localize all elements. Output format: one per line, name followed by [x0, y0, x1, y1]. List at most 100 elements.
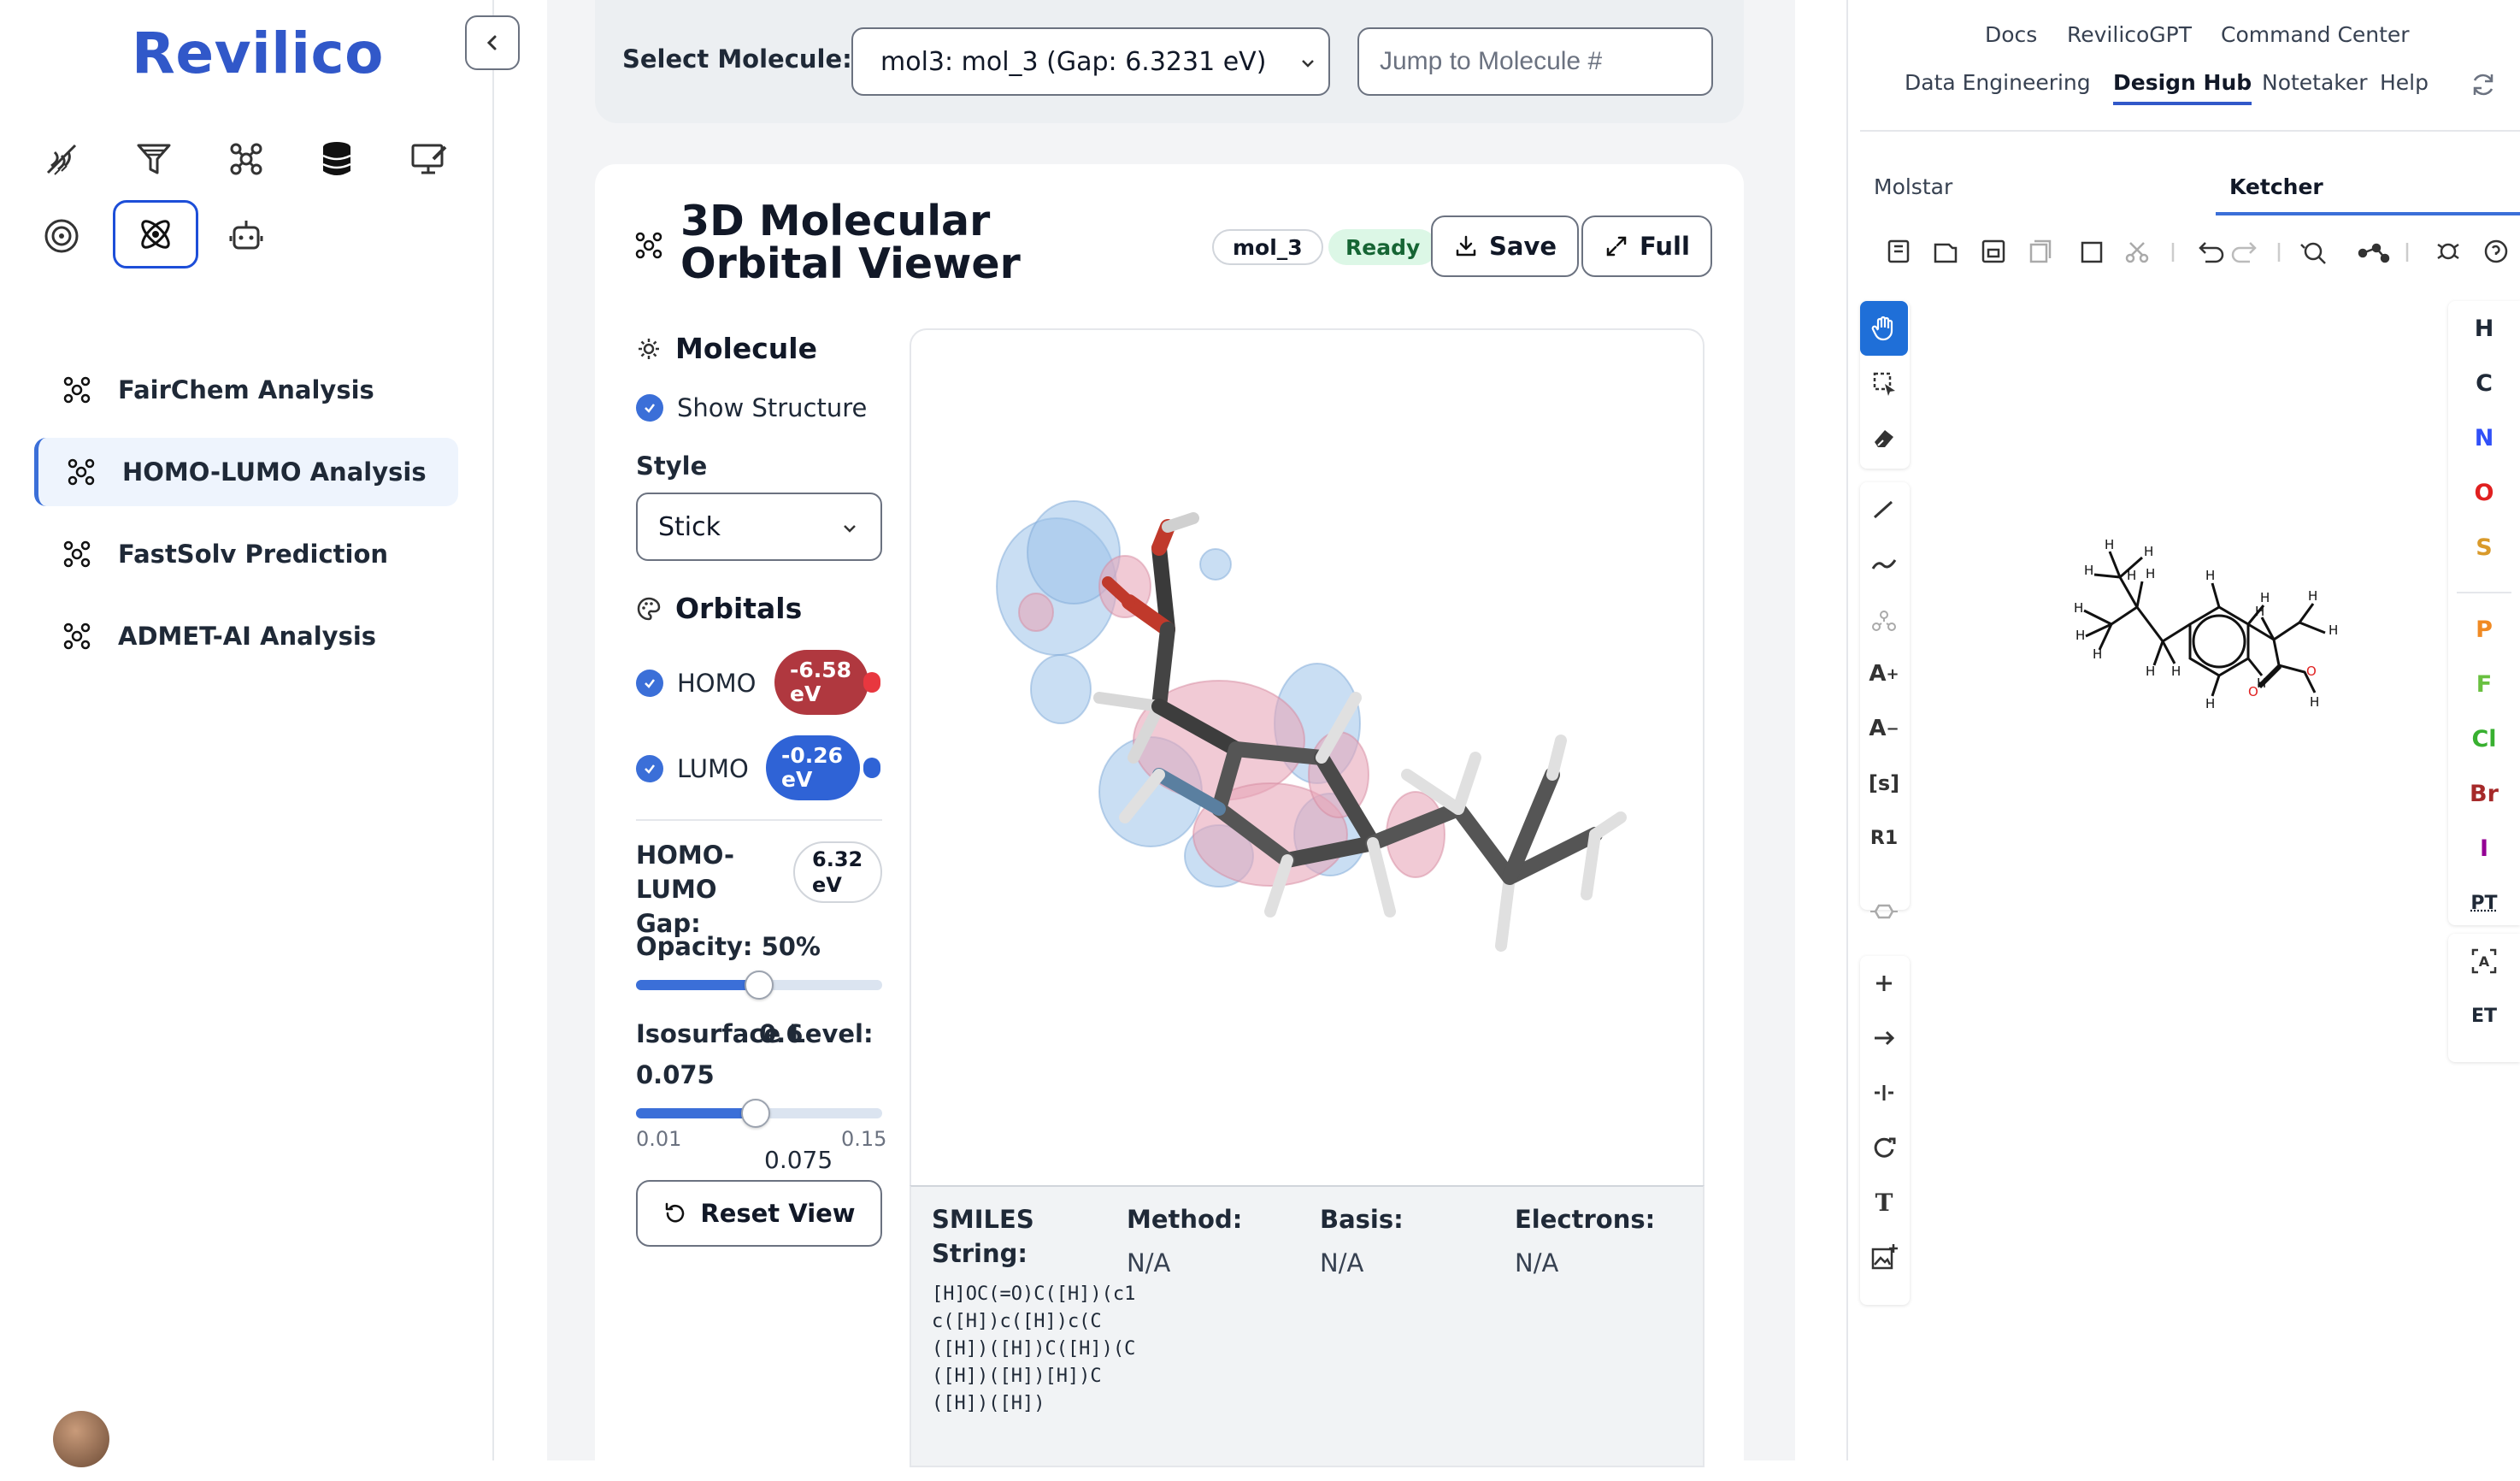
- layout-icon: [2358, 243, 2390, 263]
- fullscreen-button[interactable]: Full: [1581, 215, 1712, 277]
- mapping-icon[interactable]: [1860, 1065, 1908, 1120]
- homo-color-swatch[interactable]: [863, 672, 880, 693]
- redo-icon: [2231, 242, 2257, 263]
- 3d-viewer-canvas[interactable]: [910, 328, 1705, 1187]
- hand-tool-icon[interactable]: [1860, 301, 1908, 356]
- homo-label: HOMO: [677, 669, 757, 698]
- ketcher-bond-tools: A + A − [s] R1: [1860, 482, 1910, 910]
- atom-br-button[interactable]: Br: [2448, 766, 2520, 821]
- reset-view-button[interactable]: Reset View: [636, 1180, 882, 1247]
- atom-n-button[interactable]: N: [2448, 410, 2520, 465]
- zoom-icon: [2300, 242, 2326, 264]
- plus-icon[interactable]: [1860, 956, 1908, 1011]
- homo-toggle[interactable]: HOMO: [636, 669, 756, 698]
- single-bond-icon[interactable]: [1860, 482, 1908, 537]
- database-icon[interactable]: [313, 135, 361, 183]
- nav-item-label: FairChem Analysis: [118, 375, 374, 404]
- remove-atom-charge-icon[interactable]: A −: [1860, 701, 1908, 756]
- atom-c-button[interactable]: C: [2448, 356, 2520, 410]
- structure-2d: H H H H H H H H H H H H H H H H H H O O: [2074, 537, 2338, 711]
- atom-h-button[interactable]: H: [2448, 301, 2520, 356]
- lumo-color-swatch[interactable]: [863, 758, 880, 778]
- atom-p-button[interactable]: P: [2448, 602, 2520, 657]
- image-tool-icon[interactable]: [1860, 1230, 1908, 1284]
- nav-link-revilicogpt[interactable]: RevilicoGPT: [2067, 22, 2192, 47]
- robot-icon[interactable]: [222, 212, 270, 260]
- style-label: Style: [636, 451, 708, 481]
- arrow-right-icon[interactable]: [1860, 1011, 1908, 1065]
- template-tool-icon[interactable]: [1860, 592, 1908, 646]
- tab-ketcher[interactable]: Ketcher: [2229, 174, 2323, 199]
- add-atom-charge-icon[interactable]: A +: [1860, 646, 1908, 701]
- smiles-value[interactable]: [H]OC(=O)C([H])(c1c([H])c([H])c(C([H])([…: [932, 1281, 1145, 1418]
- text-recognition-icon[interactable]: A: [2448, 934, 2520, 988]
- sgroup-icon[interactable]: [s]: [1860, 756, 1908, 811]
- svg-text:H: H: [2075, 628, 2085, 643]
- target-icon[interactable]: [38, 212, 85, 260]
- nav-link-help[interactable]: Help: [2380, 70, 2429, 95]
- molecule-icon[interactable]: [222, 135, 270, 183]
- style-select[interactable]: Stick: [636, 493, 882, 561]
- checkbox-checked-icon[interactable]: [636, 394, 663, 422]
- nav-link-docs[interactable]: Docs: [1985, 22, 2037, 47]
- svg-text:O: O: [2306, 664, 2317, 679]
- ketcher-toolbar: [1860, 227, 2520, 275]
- ketcher-misc-tools: T: [1860, 956, 1910, 1305]
- ketcher-canvas[interactable]: H H H H H H H H H H H H H H H H H H O O: [1915, 282, 2436, 1454]
- nav-item-admet[interactable]: ADMET-AI Analysis: [34, 602, 458, 670]
- ketcher-extra-palette: A ET: [2448, 934, 2520, 1062]
- paste-icon: [2081, 241, 2103, 263]
- nav-link-notetaker[interactable]: Notetaker: [2262, 70, 2368, 95]
- atom-f-button[interactable]: F: [2448, 657, 2520, 711]
- refresh-icon[interactable]: [2469, 70, 2498, 99]
- molecule-select-value: mol3: mol_3 (Gap: 6.3231 eV): [880, 46, 1267, 77]
- svg-text:H: H: [2329, 622, 2338, 638]
- save-button[interactable]: Save: [1431, 215, 1580, 277]
- atom-o-button[interactable]: O: [2448, 465, 2520, 520]
- nav-item-homo-lumo[interactable]: HOMO-LUMO Analysis: [34, 438, 458, 506]
- nav-link-command-center[interactable]: Command Center: [2221, 22, 2410, 47]
- brand-logo[interactable]: Revilico: [132, 21, 384, 86]
- molecule-select[interactable]: mol3: mol_3 (Gap: 6.3231 eV): [851, 27, 1330, 96]
- isosurface-max: 0.15: [841, 1127, 887, 1151]
- rotate-tool-icon[interactable]: [1860, 1120, 1908, 1175]
- tab-molstar[interactable]: Molstar: [1874, 174, 1952, 199]
- checkbox-checked-icon[interactable]: [636, 755, 663, 782]
- monitor-edit-icon[interactable]: [405, 135, 453, 183]
- select-tool-icon[interactable]: [1860, 356, 1908, 410]
- nav-item-fairchem[interactable]: FairChem Analysis: [34, 356, 458, 424]
- rgroup-icon[interactable]: R1: [1860, 811, 1908, 865]
- isosurface-slider-fill: [636, 1108, 750, 1118]
- svg-text:H: H: [2205, 568, 2215, 583]
- text-tool-icon[interactable]: T: [1860, 1175, 1908, 1230]
- atom-s-button[interactable]: S: [2448, 520, 2520, 575]
- lumo-energy-badge: -0.26 eV: [766, 735, 860, 800]
- atom-icon[interactable]: [113, 200, 198, 268]
- expand-icon: [1606, 236, 1627, 257]
- atom-i-button[interactable]: I: [2448, 821, 2520, 876]
- show-structure-toggle[interactable]: Show Structure: [636, 393, 867, 422]
- shape-tool-icon[interactable]: [1860, 884, 1908, 939]
- opacity-slider-thumb[interactable]: [745, 971, 774, 1000]
- funnel-icon[interactable]: [130, 135, 178, 183]
- eraser-icon[interactable]: [1860, 410, 1908, 465]
- avatar[interactable]: [53, 1411, 109, 1467]
- molecule-icon: [60, 537, 94, 571]
- jump-to-molecule-input[interactable]: [1357, 27, 1713, 96]
- svg-text:H: H: [2144, 544, 2153, 559]
- nav-item-fastsolv[interactable]: FastSolv Prediction: [34, 520, 458, 588]
- nav-link-design-hub[interactable]: Design Hub: [2113, 70, 2252, 105]
- collapse-sidebar-button[interactable]: [465, 15, 520, 70]
- checkbox-checked-icon[interactable]: [636, 670, 663, 697]
- periodic-table-button[interactable]: PT: [2448, 876, 2520, 930]
- svg-text:H: H: [2308, 588, 2317, 604]
- dna-icon[interactable]: [38, 135, 85, 183]
- chain-tool-icon[interactable]: [1860, 537, 1908, 592]
- lumo-toggle[interactable]: LUMO: [636, 754, 749, 783]
- ketcher-left-toolbar: [1860, 301, 1910, 469]
- atom-cl-button[interactable]: Cl: [2448, 711, 2520, 766]
- svg-text:A: A: [2479, 953, 2490, 970]
- nav-link-data-engineering[interactable]: Data Engineering: [1905, 70, 2091, 95]
- extended-table-button[interactable]: ET: [2448, 988, 2520, 1043]
- molecule-icon: [60, 619, 94, 653]
